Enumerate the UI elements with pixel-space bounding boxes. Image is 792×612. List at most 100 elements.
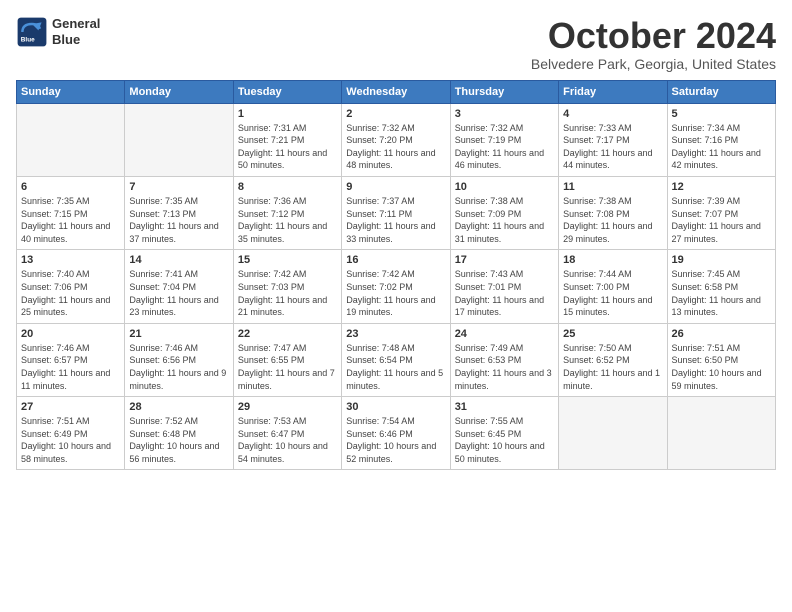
day-number: 28 bbox=[129, 401, 228, 413]
calendar-day-cell: 23Sunrise: 7:48 AMSunset: 6:54 PMDayligh… bbox=[342, 323, 450, 396]
day-detail: Sunrise: 7:54 AMSunset: 6:46 PMDaylight:… bbox=[346, 415, 445, 465]
day-number: 15 bbox=[238, 254, 337, 266]
calendar-day-cell: 27Sunrise: 7:51 AMSunset: 6:49 PMDayligh… bbox=[17, 397, 125, 470]
calendar-day-cell: 18 Sunrise: 7:44 AMSunset: 7:00 PMDayligh… bbox=[559, 250, 667, 323]
calendar-day-cell: 25Sunrise: 7:50 AMSunset: 6:52 PMDayligh… bbox=[559, 323, 667, 396]
calendar-day-cell: 16 Sunrise: 7:42 AMSunset: 7:02 PMDayligh… bbox=[342, 250, 450, 323]
calendar-day-cell: 24 Sunrise: 7:49 AMSunset: 6:53 PMDayligh… bbox=[450, 323, 558, 396]
day-detail: Sunrise: 7:38 AMSunset: 7:08 PMDaylight:… bbox=[563, 195, 662, 245]
weekday-header: Tuesday bbox=[233, 80, 341, 103]
calendar-day-cell: 29 Sunrise: 7:53 AMSunset: 6:47 PMDayligh… bbox=[233, 397, 341, 470]
day-detail: Sunrise: 7:35 AMSunset: 7:15 PMDaylight:… bbox=[21, 195, 120, 245]
calendar-day-cell: 17 Sunrise: 7:43 AMSunset: 7:01 PMDayligh… bbox=[450, 250, 558, 323]
day-number: 18 bbox=[563, 254, 662, 266]
day-number: 31 bbox=[455, 401, 554, 413]
day-detail: Sunrise: 7:44 AMSunset: 7:00 PMDaylight:… bbox=[563, 268, 662, 318]
weekday-header: Friday bbox=[559, 80, 667, 103]
calendar-day-cell: 13 Sunrise: 7:40 AMSunset: 7:06 PMDayligh… bbox=[17, 250, 125, 323]
day-number: 9 bbox=[346, 181, 445, 193]
day-detail: Sunrise: 7:49 AMSunset: 6:53 PMDaylight:… bbox=[455, 342, 554, 392]
day-number: 22 bbox=[238, 328, 337, 340]
day-detail: Sunrise: 7:48 AMSunset: 6:54 PMDaylight:… bbox=[346, 342, 445, 392]
day-detail: Sunrise: 7:38 AMSunset: 7:09 PMDaylight:… bbox=[455, 195, 554, 245]
day-detail: Sunrise: 7:35 AMSunset: 7:13 PMDaylight:… bbox=[129, 195, 228, 245]
day-number: 6 bbox=[21, 181, 120, 193]
day-number: 13 bbox=[21, 254, 120, 266]
calendar-day-cell: 26 Sunrise: 7:51 AMSunset: 6:50 PMDayligh… bbox=[667, 323, 775, 396]
calendar-day-cell: 7 Sunrise: 7:35 AMSunset: 7:13 PMDaylight… bbox=[125, 176, 233, 249]
day-detail: Sunrise: 7:51 AMSunset: 6:50 PMDaylight:… bbox=[672, 342, 771, 392]
calendar-body: 1 Sunrise: 7:31 AMSunset: 7:21 PMDaylight… bbox=[17, 103, 776, 470]
calendar-day-cell: 11 Sunrise: 7:38 AMSunset: 7:08 PMDayligh… bbox=[559, 176, 667, 249]
day-number: 8 bbox=[238, 181, 337, 193]
day-number: 1 bbox=[238, 108, 337, 120]
calendar-table: SundayMondayTuesdayWednesdayThursdayFrid… bbox=[16, 80, 776, 471]
calendar-day-cell: 6 Sunrise: 7:35 AMSunset: 7:15 PMDaylight… bbox=[17, 176, 125, 249]
day-detail: Sunrise: 7:41 AMSunset: 7:04 PMDaylight:… bbox=[129, 268, 228, 318]
day-detail: Sunrise: 7:55 AMSunset: 6:45 PMDaylight:… bbox=[455, 415, 554, 465]
svg-text:Blue: Blue bbox=[21, 37, 35, 44]
day-detail: Sunrise: 7:42 AMSunset: 7:03 PMDaylight:… bbox=[238, 268, 337, 318]
day-detail: Sunrise: 7:32 AMSunset: 7:20 PMDaylight:… bbox=[346, 122, 445, 172]
calendar-day-cell: 31 Sunrise: 7:55 AMSunset: 6:45 PMDayligh… bbox=[450, 397, 558, 470]
calendar-header-row: SundayMondayTuesdayWednesdayThursdayFrid… bbox=[17, 80, 776, 103]
logo-text: General Blue bbox=[52, 16, 100, 47]
day-detail: Sunrise: 7:53 AMSunset: 6:47 PMDaylight:… bbox=[238, 415, 337, 465]
logo: Blue General Blue bbox=[16, 16, 100, 48]
day-detail: Sunrise: 7:32 AMSunset: 7:19 PMDaylight:… bbox=[455, 122, 554, 172]
day-detail: Sunrise: 7:33 AMSunset: 7:17 PMDaylight:… bbox=[563, 122, 662, 172]
calendar-day-cell: 12 Sunrise: 7:39 AMSunset: 7:07 PMDayligh… bbox=[667, 176, 775, 249]
weekday-header: Sunday bbox=[17, 80, 125, 103]
calendar-day-cell bbox=[559, 397, 667, 470]
day-number: 2 bbox=[346, 108, 445, 120]
day-number: 29 bbox=[238, 401, 337, 413]
calendar-week-row: 27Sunrise: 7:51 AMSunset: 6:49 PMDayligh… bbox=[17, 397, 776, 470]
day-detail: Sunrise: 7:52 AMSunset: 6:48 PMDaylight:… bbox=[129, 415, 228, 465]
page-header: Blue General Blue October 2024 Belvedere… bbox=[16, 16, 776, 72]
weekday-header: Saturday bbox=[667, 80, 775, 103]
day-number: 25 bbox=[563, 328, 662, 340]
calendar-day-cell: 20Sunrise: 7:46 AMSunset: 6:57 PMDayligh… bbox=[17, 323, 125, 396]
day-number: 3 bbox=[455, 108, 554, 120]
day-detail: Sunrise: 7:36 AMSunset: 7:12 PMDaylight:… bbox=[238, 195, 337, 245]
day-number: 21 bbox=[129, 328, 228, 340]
weekday-header: Wednesday bbox=[342, 80, 450, 103]
day-detail: Sunrise: 7:37 AMSunset: 7:11 PMDaylight:… bbox=[346, 195, 445, 245]
calendar-day-cell bbox=[125, 103, 233, 176]
title-block: October 2024 Belvedere Park, Georgia, Un… bbox=[531, 16, 776, 72]
calendar-day-cell bbox=[17, 103, 125, 176]
calendar-day-cell: 22Sunrise: 7:47 AMSunset: 6:55 PMDayligh… bbox=[233, 323, 341, 396]
day-number: 17 bbox=[455, 254, 554, 266]
location-subtitle: Belvedere Park, Georgia, United States bbox=[531, 56, 776, 72]
calendar-day-cell: 3 Sunrise: 7:32 AMSunset: 7:19 PMDaylight… bbox=[450, 103, 558, 176]
calendar-week-row: 20Sunrise: 7:46 AMSunset: 6:57 PMDayligh… bbox=[17, 323, 776, 396]
day-detail: Sunrise: 7:46 AMSunset: 6:57 PMDaylight:… bbox=[21, 342, 120, 392]
calendar-day-cell: 21 Sunrise: 7:46 AMSunset: 6:56 PMDayligh… bbox=[125, 323, 233, 396]
calendar-week-row: 6 Sunrise: 7:35 AMSunset: 7:15 PMDaylight… bbox=[17, 176, 776, 249]
weekday-header: Thursday bbox=[450, 80, 558, 103]
day-number: 26 bbox=[672, 328, 771, 340]
day-detail: Sunrise: 7:46 AMSunset: 6:56 PMDaylight:… bbox=[129, 342, 228, 392]
day-number: 27 bbox=[21, 401, 120, 413]
day-number: 24 bbox=[455, 328, 554, 340]
day-detail: Sunrise: 7:43 AMSunset: 7:01 PMDaylight:… bbox=[455, 268, 554, 318]
calendar-day-cell: 15 Sunrise: 7:42 AMSunset: 7:03 PMDayligh… bbox=[233, 250, 341, 323]
day-detail: Sunrise: 7:45 AMSunset: 6:58 PMDaylight:… bbox=[672, 268, 771, 318]
day-number: 16 bbox=[346, 254, 445, 266]
logo-icon: Blue bbox=[16, 16, 48, 48]
day-detail: Sunrise: 7:42 AMSunset: 7:02 PMDaylight:… bbox=[346, 268, 445, 318]
calendar-day-cell: 4Sunrise: 7:33 AMSunset: 7:17 PMDaylight… bbox=[559, 103, 667, 176]
day-detail: Sunrise: 7:40 AMSunset: 7:06 PMDaylight:… bbox=[21, 268, 120, 318]
calendar-day-cell: 30Sunrise: 7:54 AMSunset: 6:46 PMDayligh… bbox=[342, 397, 450, 470]
day-number: 12 bbox=[672, 181, 771, 193]
calendar-week-row: 13 Sunrise: 7:40 AMSunset: 7:06 PMDayligh… bbox=[17, 250, 776, 323]
day-number: 11 bbox=[563, 181, 662, 193]
weekday-header: Monday bbox=[125, 80, 233, 103]
day-detail: Sunrise: 7:39 AMSunset: 7:07 PMDaylight:… bbox=[672, 195, 771, 245]
day-number: 14 bbox=[129, 254, 228, 266]
month-title: October 2024 bbox=[531, 16, 776, 56]
calendar-day-cell: 14 Sunrise: 7:41 AMSunset: 7:04 PMDayligh… bbox=[125, 250, 233, 323]
calendar-day-cell: 2 Sunrise: 7:32 AMSunset: 7:20 PMDaylight… bbox=[342, 103, 450, 176]
day-detail: Sunrise: 7:31 AMSunset: 7:21 PMDaylight:… bbox=[238, 122, 337, 172]
day-number: 7 bbox=[129, 181, 228, 193]
